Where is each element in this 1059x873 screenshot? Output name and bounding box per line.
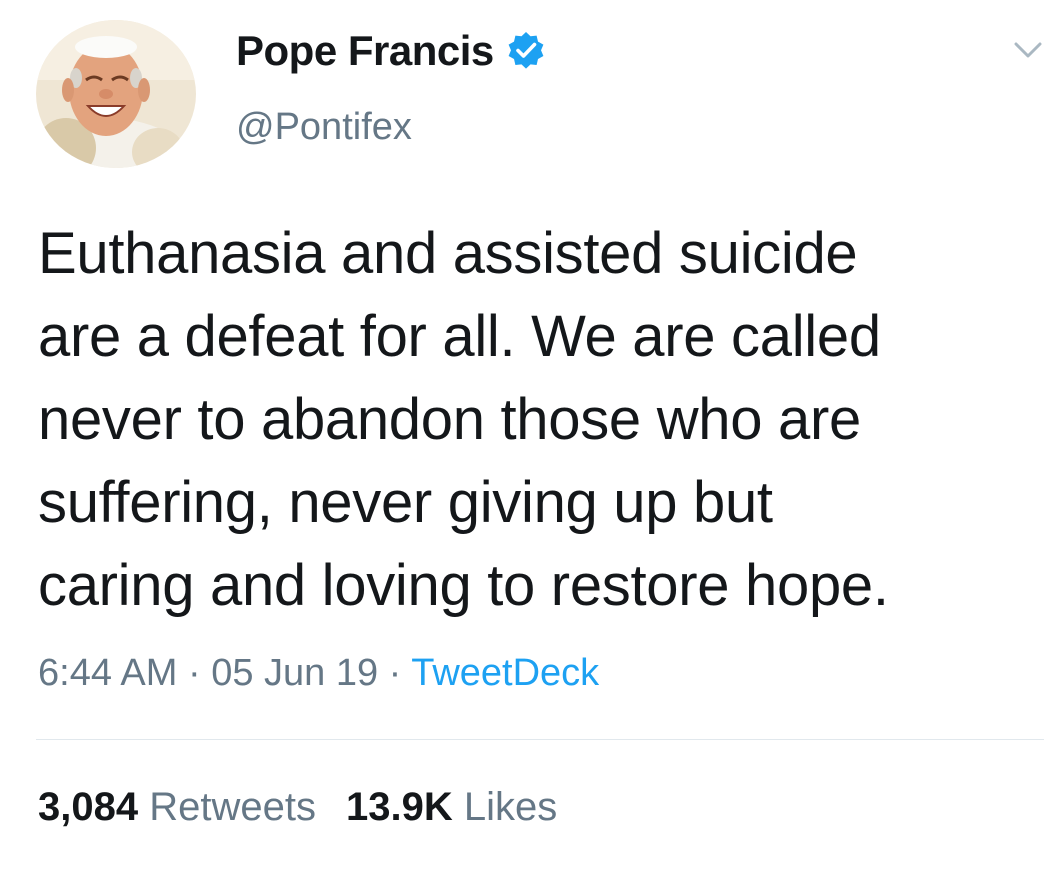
likes-label: Likes bbox=[463, 785, 558, 829]
user-handle[interactable]: @Pontifex bbox=[236, 104, 412, 150]
meta-separator: · bbox=[177, 652, 212, 694]
likes-count: 13.9K bbox=[345, 785, 453, 829]
display-name[interactable]: Pope Francis bbox=[236, 26, 546, 76]
avatar-photo bbox=[36, 20, 196, 168]
likes-stat[interactable]: 13.9K Likes bbox=[346, 785, 557, 829]
verified-badge-icon bbox=[506, 31, 546, 71]
retweets-stat[interactable]: 3,084 Retweets bbox=[38, 785, 316, 829]
display-name-text: Pope Francis bbox=[236, 27, 494, 74]
tweet-source-link[interactable]: TweetDeck bbox=[411, 652, 599, 694]
tweet-meta: 6:44 AM · 05 Jun 19 · TweetDeck bbox=[38, 646, 599, 700]
chevron-down-icon[interactable] bbox=[1006, 32, 1050, 68]
tweet-text: Euthanasia and assisted suicide are a de… bbox=[38, 221, 889, 618]
tweet-stats: 3,084 Retweets 13.9K Likes bbox=[38, 780, 557, 834]
tweet-time[interactable]: 6:44 AM bbox=[38, 652, 177, 694]
retweets-label: Retweets bbox=[149, 785, 316, 829]
tweet-card: Pope Francis @Pontifex Euthanasia and as… bbox=[0, 0, 1059, 873]
divider bbox=[36, 739, 1044, 740]
tweet-date[interactable]: 05 Jun 19 bbox=[211, 652, 378, 694]
avatar[interactable] bbox=[36, 20, 196, 168]
meta-separator: · bbox=[378, 652, 412, 694]
retweets-count: 3,084 bbox=[38, 785, 139, 829]
